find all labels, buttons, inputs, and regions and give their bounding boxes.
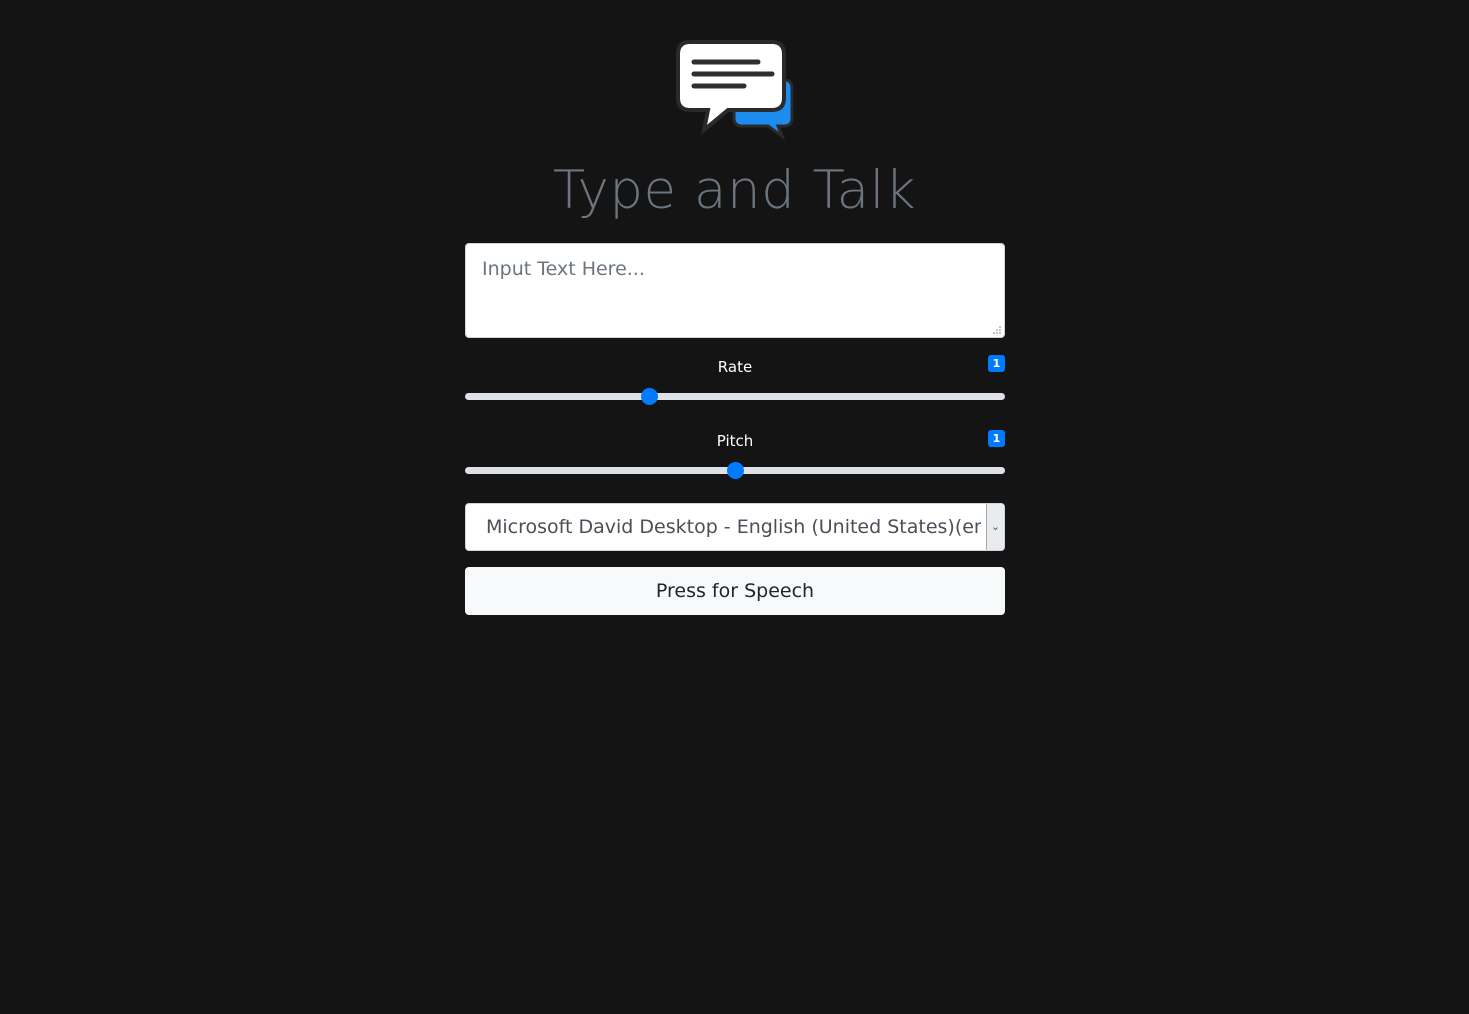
resize-grip-icon[interactable] [992, 325, 1002, 335]
speech-button[interactable]: Press for Speech [465, 567, 1005, 615]
speech-bubbles-icon [676, 40, 794, 141]
pitch-slider[interactable] [465, 462, 1005, 479]
chevron-down-icon[interactable]: ⌄ [986, 504, 1004, 550]
text-input[interactable] [465, 243, 1005, 338]
app-page: Type and Talk Rate 1 Pitch 1 Microsoft D… [0, 0, 1469, 1014]
pitch-slider-thumb[interactable] [727, 462, 744, 479]
rate-value-badge: 1 [988, 355, 1005, 372]
rate-slider[interactable] [465, 388, 1005, 405]
voice-select-value: Microsoft David Desktop - English (Unite… [486, 516, 981, 538]
rate-label: Rate [717, 358, 753, 376]
voice-select[interactable]: Microsoft David Desktop - English (Unite… [465, 503, 1005, 551]
rate-slider-thumb[interactable] [640, 388, 658, 405]
pitch-label: Pitch [716, 432, 754, 450]
page-title: Type and Talk [552, 160, 917, 221]
pitch-value-badge: 1 [988, 430, 1005, 447]
